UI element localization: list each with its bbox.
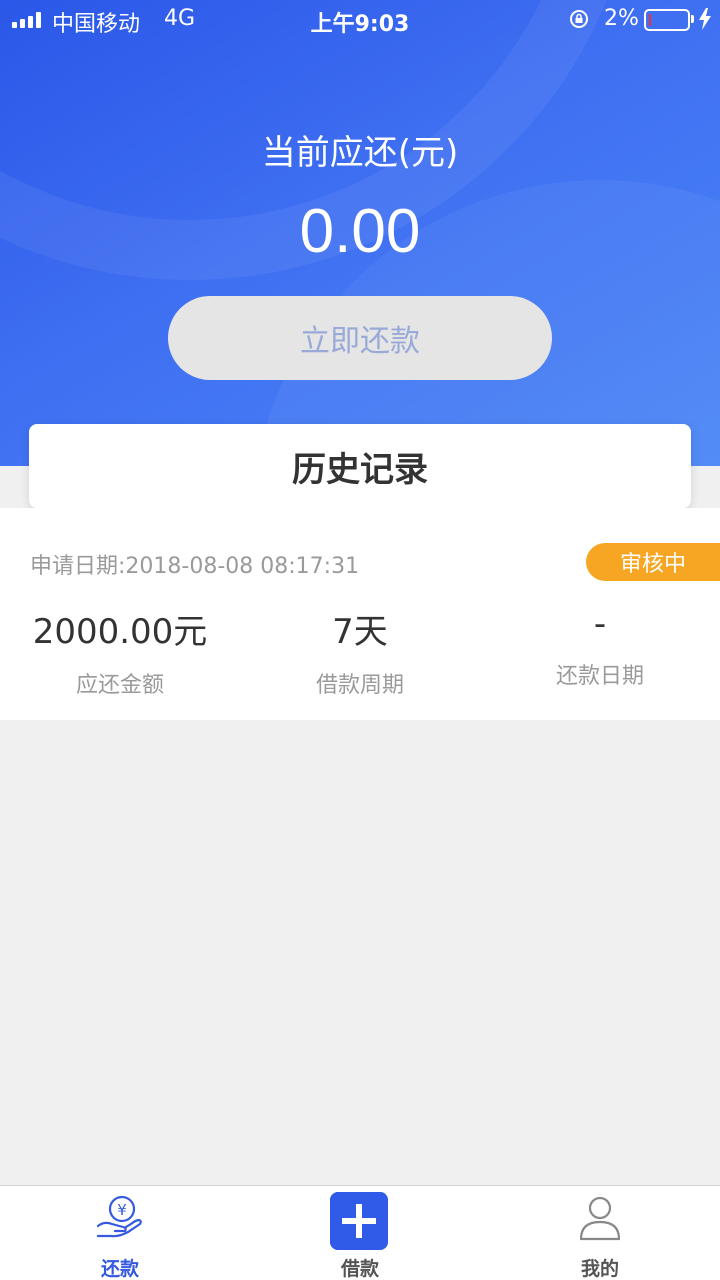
hero-header: 中国移动 4G 上午9:03 2% 当前应还(元) 0.00 立即还款 xyxy=(0,0,720,466)
orientation-lock-icon xyxy=(570,10,588,28)
status-badge: 审核中 xyxy=(586,543,720,581)
amount-due-label: 当前应还(元) xyxy=(261,133,459,173)
svg-text:¥: ¥ xyxy=(117,1201,127,1219)
amount-column: 2000.00元 应还金额 xyxy=(0,604,240,699)
plus-icon xyxy=(330,1192,388,1250)
history-title: 历史记录 xyxy=(29,424,691,508)
tab-mine[interactable]: 我的 xyxy=(480,1186,720,1280)
repay-date-label: 还款日期 xyxy=(555,664,644,689)
battery-cap xyxy=(691,15,694,23)
battery-percent: 2% xyxy=(604,6,639,31)
repay-date-column: - 还款日期 xyxy=(480,604,720,690)
period-value: 7天 xyxy=(332,612,388,652)
hand-coin-icon: ¥ xyxy=(96,1195,142,1238)
amount-label: 应还金额 xyxy=(75,673,164,698)
tab-repay-label: 还款 xyxy=(100,1258,139,1280)
tab-repay[interactable]: ¥ 还款 xyxy=(0,1186,240,1280)
tab-borrow-label: 借款 xyxy=(340,1258,379,1280)
battery-icon xyxy=(644,9,690,31)
bottom-tab-bar: ¥ 还款 借款 我的 xyxy=(0,1185,720,1280)
user-icon xyxy=(579,1196,621,1241)
tab-borrow[interactable]: 借款 xyxy=(240,1186,480,1280)
amount-value: 2000.00元 xyxy=(32,612,208,652)
application-date: 申请日期:2018-08-08 08:17:31 xyxy=(30,554,360,579)
repay-now-button[interactable]: 立即还款 xyxy=(168,296,552,380)
charging-icon xyxy=(699,8,711,30)
amount-due-value: 0.00 xyxy=(299,197,421,266)
tab-mine-label: 我的 xyxy=(580,1258,619,1280)
history-record[interactable]: 申请日期:2018-08-08 08:17:31 审核中 2000.00元 应还… xyxy=(0,508,720,720)
status-bar: 中国移动 4G 上午9:03 2% xyxy=(0,0,720,40)
period-label: 借款周期 xyxy=(315,673,404,698)
repay-date-value: - xyxy=(593,604,607,644)
period-column: 7天 借款周期 xyxy=(240,604,480,699)
